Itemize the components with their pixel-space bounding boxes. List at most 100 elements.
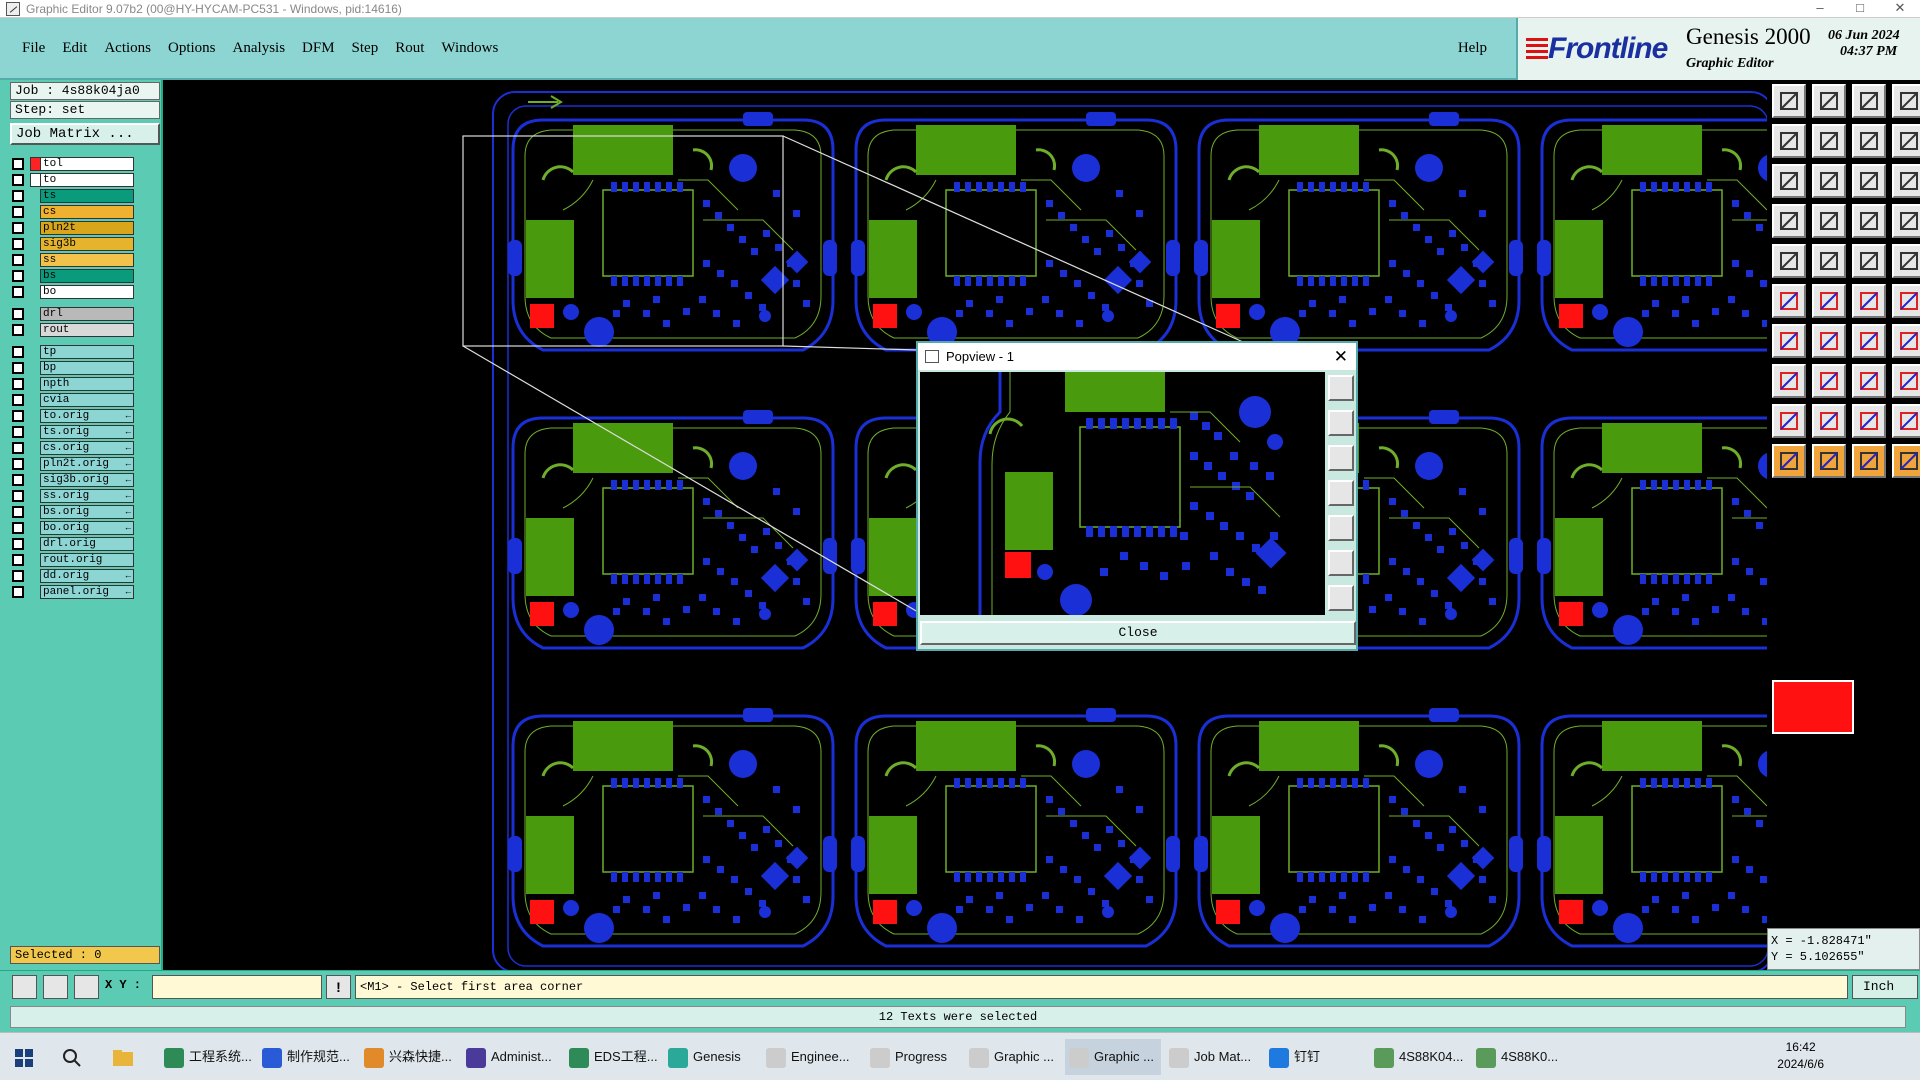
net-alt-icon[interactable] bbox=[1892, 284, 1920, 318]
layer-label[interactable]: cvia bbox=[40, 393, 134, 407]
layer-label[interactable]: ts bbox=[40, 189, 134, 203]
units-selector[interactable]: Inch bbox=[1852, 975, 1918, 999]
menu-windows[interactable]: Windows bbox=[441, 40, 498, 57]
layer-checkbox[interactable] bbox=[12, 474, 24, 486]
pan-icon[interactable] bbox=[1812, 164, 1846, 198]
file-explorer-icon[interactable] bbox=[112, 1039, 136, 1075]
layer-label[interactable]: to bbox=[40, 173, 134, 187]
popview-zoom-fit-icon[interactable] bbox=[1328, 375, 1354, 401]
layer-checkbox[interactable] bbox=[12, 206, 24, 218]
exclamation-icon[interactable]: ! bbox=[326, 975, 351, 999]
shape-icon[interactable] bbox=[1772, 364, 1806, 398]
menu-actions[interactable]: Actions bbox=[104, 40, 151, 57]
pad-icon[interactable] bbox=[1772, 244, 1806, 278]
layer-label[interactable]: pln2t.orig ← bbox=[40, 457, 134, 471]
menu-options[interactable]: Options bbox=[168, 40, 216, 57]
snapshot-icon[interactable] bbox=[1772, 204, 1806, 238]
layer-checkbox[interactable] bbox=[12, 158, 24, 170]
zoom-home-icon[interactable] bbox=[1772, 84, 1806, 118]
measure-icon[interactable] bbox=[43, 975, 68, 999]
start-icon[interactable] bbox=[14, 1039, 38, 1075]
minimize-button[interactable]: – bbox=[1800, 0, 1840, 18]
grid-icon[interactable] bbox=[1812, 204, 1846, 238]
menu-edit[interactable]: Edit bbox=[62, 40, 87, 57]
zoom-in-icon[interactable] bbox=[1812, 84, 1846, 118]
pointer-move-icon[interactable] bbox=[1892, 444, 1920, 478]
layer-row-to[interactable]: to bbox=[12, 172, 134, 188]
layer-checkbox[interactable] bbox=[12, 410, 24, 422]
layer-checkbox[interactable] bbox=[12, 570, 24, 582]
taskbar-item[interactable]: Administ... bbox=[462, 1039, 558, 1075]
snap-icon[interactable] bbox=[12, 975, 37, 999]
taskbar-item[interactable]: Progress bbox=[866, 1039, 962, 1075]
layer-row-sig3b-orig[interactable]: sig3b.orig ← bbox=[12, 472, 134, 488]
ratio-icon[interactable] bbox=[1852, 164, 1886, 198]
xy-input[interactable] bbox=[152, 975, 322, 999]
color-swatch[interactable] bbox=[1772, 680, 1854, 734]
triangle-wide-icon[interactable] bbox=[1852, 404, 1886, 438]
route-icon[interactable] bbox=[1852, 204, 1886, 238]
node-icon[interactable] bbox=[1772, 284, 1806, 318]
line-icon[interactable] bbox=[1812, 244, 1846, 278]
layer-checkbox[interactable] bbox=[12, 270, 24, 282]
layer-label[interactable]: pln2t bbox=[40, 221, 134, 235]
step-icon[interactable] bbox=[1892, 124, 1920, 158]
route-alt-icon[interactable] bbox=[1892, 204, 1920, 238]
pointer-icon[interactable] bbox=[1772, 444, 1806, 478]
draw-line-icon[interactable] bbox=[1772, 324, 1806, 358]
layer-checkbox[interactable] bbox=[12, 238, 24, 250]
layer-label[interactable]: sig3b.orig ← bbox=[40, 473, 134, 487]
layer-row-tol[interactable]: tol bbox=[12, 156, 134, 172]
layer-label[interactable]: ts.orig ← bbox=[40, 425, 134, 439]
layer-checkbox[interactable] bbox=[12, 286, 24, 298]
triangle-alt-icon[interactable] bbox=[1812, 404, 1846, 438]
layer-row-ss[interactable]: ss bbox=[12, 252, 134, 268]
layer-row-pln2t-orig[interactable]: pln2t.orig ← bbox=[12, 456, 134, 472]
layer-row-ss-orig[interactable]: ss.orig ← bbox=[12, 488, 134, 504]
layer-checkbox[interactable] bbox=[12, 174, 24, 186]
layer-label[interactable]: rout bbox=[40, 323, 134, 337]
menu-file[interactable]: File bbox=[22, 40, 45, 57]
layer-checkbox[interactable] bbox=[12, 506, 24, 518]
query-icon[interactable] bbox=[1892, 164, 1920, 198]
taskbar-item[interactable]: 4S88K04... bbox=[1370, 1039, 1466, 1075]
layer-row-drl[interactable]: drl bbox=[12, 306, 134, 322]
layer-label[interactable]: ss bbox=[40, 253, 134, 267]
home-icon[interactable] bbox=[1852, 84, 1886, 118]
net-icon[interactable] bbox=[1852, 284, 1886, 318]
layer-label[interactable]: panel.orig ← bbox=[40, 585, 134, 599]
layer-row-to-orig[interactable]: to.orig ← bbox=[12, 408, 134, 424]
zoom-back-icon[interactable] bbox=[1812, 124, 1846, 158]
layer-row-sig3b[interactable]: sig3b bbox=[12, 236, 134, 252]
layer-label[interactable]: tp bbox=[40, 345, 134, 359]
job-matrix-button[interactable]: Job Matrix ... bbox=[10, 123, 160, 145]
layer-row-bs-orig[interactable]: bs.orig ← bbox=[12, 504, 134, 520]
layer-row-ts-orig[interactable]: ts.orig ← bbox=[12, 424, 134, 440]
layer-checkbox[interactable] bbox=[12, 190, 24, 202]
taskbar-item[interactable]: 4S88K0... bbox=[1472, 1039, 1568, 1075]
pointer-edit-icon[interactable] bbox=[1852, 444, 1886, 478]
popview-home-icon[interactable] bbox=[1328, 480, 1354, 506]
menu-dfm[interactable]: DFM bbox=[302, 40, 335, 57]
layer-checkbox[interactable] bbox=[12, 490, 24, 502]
layer-row-panel-orig[interactable]: panel.orig ← bbox=[12, 584, 134, 600]
layer-checkbox[interactable] bbox=[12, 554, 24, 566]
layer-checkbox[interactable] bbox=[12, 458, 24, 470]
layer-row-dd-orig[interactable]: dd.orig ← bbox=[12, 568, 134, 584]
fit-icon[interactable] bbox=[1772, 164, 1806, 198]
layer-row-cs[interactable]: cs bbox=[12, 204, 134, 220]
layer-label[interactable]: drl.orig bbox=[40, 537, 134, 551]
taskbar-item[interactable]: Job Mat... bbox=[1165, 1039, 1261, 1075]
layer-checkbox[interactable] bbox=[12, 426, 24, 438]
layer-row-pln2t[interactable]: pln2t bbox=[12, 220, 134, 236]
layer-label[interactable]: npth bbox=[40, 377, 134, 391]
slant-line-icon[interactable] bbox=[1812, 324, 1846, 358]
popview-zoom-out-icon[interactable] bbox=[1328, 445, 1354, 471]
layer-checkbox[interactable] bbox=[12, 346, 24, 358]
close-window-button[interactable]: ✕ bbox=[1880, 0, 1920, 18]
layer-label[interactable]: to.orig ← bbox=[40, 409, 134, 423]
layer-row-bp[interactable]: bp bbox=[12, 360, 134, 376]
layer-row-cs-orig[interactable]: cs.orig ← bbox=[12, 440, 134, 456]
triangle-wide-alt-icon[interactable] bbox=[1892, 404, 1920, 438]
hline-icon[interactable] bbox=[1812, 364, 1846, 398]
